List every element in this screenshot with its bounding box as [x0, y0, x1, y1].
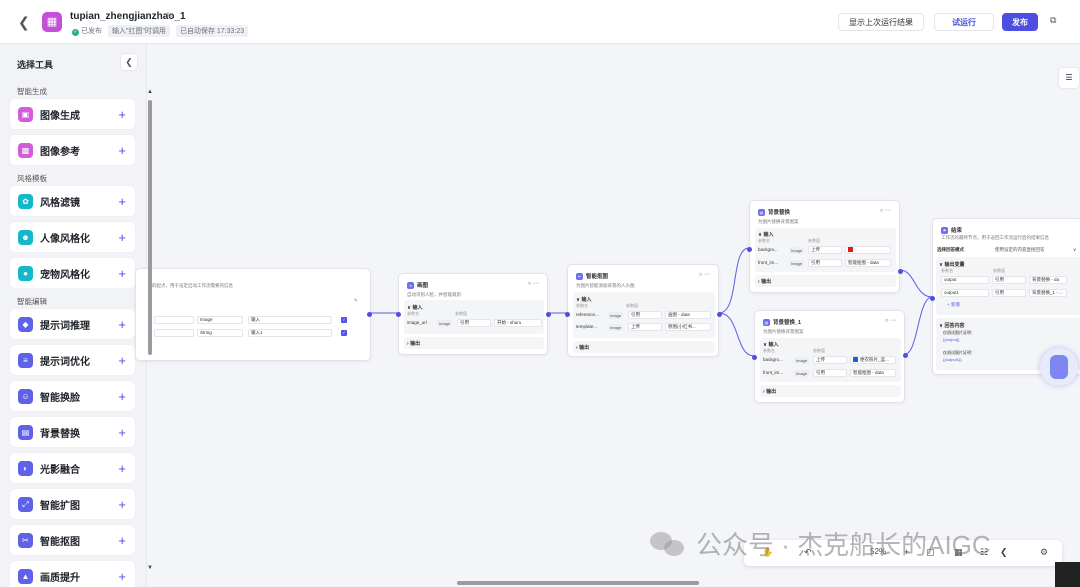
ref-select[interactable]: 画图 - data: [665, 311, 711, 319]
input-port[interactable]: [752, 355, 757, 360]
edge-cutout-bg1: [718, 247, 750, 314]
required-checkbox[interactable]: ✓: [341, 330, 347, 336]
assistant-bubble[interactable]: [1040, 348, 1078, 386]
settings-icon[interactable]: ⚙: [1040, 547, 1048, 558]
mode-select[interactable]: 引用: [992, 276, 1026, 284]
input-section-label[interactable]: ∨ 输入: [763, 341, 778, 348]
output-section-label[interactable]: › 输出: [758, 278, 771, 285]
output-section-label[interactable]: › 输出: [763, 388, 776, 395]
node-description: 的起点，用于设定启动工作流需要的信息: [152, 283, 233, 288]
scissors-icon: ✂: [576, 272, 583, 280]
param-name-field[interactable]: [154, 316, 194, 324]
watermark: 公众号 · 杰克船长的AIGC: [648, 523, 991, 563]
answer-section-label[interactable]: ∨ 回答内容: [939, 322, 964, 329]
ref-select[interactable]: 背景替换_1 - ...: [1029, 289, 1067, 297]
more-icon[interactable]: ○ ⋯: [699, 271, 710, 278]
input-section-label[interactable]: ∨ 输入: [576, 296, 591, 303]
red-swatch: [848, 247, 853, 253]
wechat-logo-icon: [648, 528, 688, 558]
scroll-up-icon[interactable]: ▲: [147, 89, 153, 95]
corner-overlay: [1055, 562, 1080, 587]
mode-select[interactable]: 上传: [808, 246, 842, 254]
input-port[interactable]: [747, 247, 752, 252]
output-port[interactable]: [717, 312, 722, 317]
upload-field[interactable]: 原图(小红书...: [665, 323, 711, 331]
mode-select[interactable]: 上传: [628, 323, 662, 331]
scroll-down-icon[interactable]: ▼: [147, 565, 153, 571]
param-name: image_url: [407, 320, 427, 325]
required-checkbox[interactable]: ✓: [341, 317, 347, 323]
type-select[interactable]: String: [197, 329, 243, 337]
picture-icon: ▤: [758, 208, 765, 216]
more-icon[interactable]: ○ ⋯: [885, 317, 896, 324]
input-port[interactable]: [396, 312, 401, 317]
output-port[interactable]: [546, 312, 551, 317]
param-name-field[interactable]: [154, 329, 194, 337]
sidebar-scrollbar[interactable]: [148, 100, 152, 355]
mode-select[interactable]: 上传: [813, 356, 847, 364]
more-icon[interactable]: ○ ⋯: [880, 207, 891, 214]
ref-select[interactable]: 开始 - shuru: [494, 319, 542, 327]
flag-icon: ⚑: [941, 226, 948, 234]
output-port[interactable]: [903, 353, 908, 358]
output-panel: [755, 275, 896, 287]
type-pill: Image: [437, 320, 453, 327]
output-port[interactable]: [898, 269, 903, 274]
edge-bg2-end: [904, 296, 933, 355]
type-select[interactable]: Image: [197, 316, 243, 324]
var-name-field[interactable]: output: [941, 276, 989, 284]
answer-mode-select[interactable]: 使用设定的内容直接回答: [995, 247, 1045, 253]
input-port[interactable]: [930, 296, 935, 301]
bg-replace-1-node[interactable]: ▤ 背景替换_1 ○ ⋯ 为图片替换背景图案 ∨ 输入 参数名 参数值 backg…: [752, 310, 908, 403]
collapse-left-icon[interactable]: ❮: [1000, 547, 1008, 558]
output-panel: [404, 337, 544, 349]
blue-swatch: [853, 357, 858, 363]
desc-field[interactable]: 输入1: [248, 329, 332, 337]
code-icon: <: [407, 281, 414, 289]
canvas-horizontal-scrollbar[interactable]: [457, 581, 699, 585]
start-node[interactable]: 的起点，用于设定启动工作流需要的信息 ✎ Image 输入 ✓ String 输…: [135, 268, 372, 361]
output-panel: [573, 341, 715, 353]
ref-select[interactable]: 智能抠图 - data: [845, 259, 891, 267]
mode-select[interactable]: 引用: [808, 259, 842, 267]
output-section-label[interactable]: › 输出: [407, 340, 420, 347]
add-variable-button[interactable]: + 新增: [947, 302, 960, 308]
var-name-field[interactable]: output1: [941, 289, 989, 297]
bg-replace-node[interactable]: ▤ 背景替换 ○ ⋯ 为图片替换背景图案 ∨ 输入 参数名 参数值 backgro…: [747, 200, 903, 293]
desc-field[interactable]: 输入: [248, 316, 332, 324]
smart-cutout-node[interactable]: ✂ 智能抠图 ○ ⋯ 为图片智能添加背景的人头图 ∨ 输入 参数名 参数值 ref…: [565, 264, 722, 357]
upload-field[interactable]: [845, 246, 891, 254]
output-section-label[interactable]: › 输出: [576, 344, 589, 351]
mode-select[interactable]: 引用: [992, 289, 1026, 297]
draw-node[interactable]: < 画图 ○ ⋯ 自动识别人脸，并智能裁剪 ∨ 输入 参数名 参数值 image_…: [396, 273, 551, 355]
output-section-label[interactable]: ∨ 输出变量: [939, 261, 964, 268]
mode-select[interactable]: 引用: [813, 369, 847, 377]
output-panel: [760, 385, 901, 397]
mode-select[interactable]: 引用: [628, 311, 662, 319]
mode-select[interactable]: 引用: [457, 319, 491, 327]
chevron-down-icon[interactable]: ∨: [1073, 247, 1076, 253]
input-panel: [404, 300, 544, 334]
input-port[interactable]: [565, 312, 570, 317]
ref-select[interactable]: 背景替换 - da: [1029, 276, 1067, 284]
list-panel-icon[interactable]: ☰: [1059, 68, 1079, 88]
edge-cutout-bg2: [718, 312, 755, 357]
edit-icon[interactable]: ✎: [354, 298, 358, 304]
more-icon[interactable]: ○ ⋯: [528, 280, 539, 287]
input-section-label[interactable]: ∨ 输入: [407, 304, 422, 311]
ref-select[interactable]: 智能抠图 - data: [850, 369, 896, 377]
picture-icon: ▤: [763, 318, 770, 326]
edge-bg1-end: [899, 269, 933, 298]
upload-field[interactable]: 便衣照片_蓝...: [850, 356, 896, 364]
input-section-label[interactable]: ∨ 输入: [758, 231, 773, 238]
output-port[interactable]: [367, 312, 372, 317]
